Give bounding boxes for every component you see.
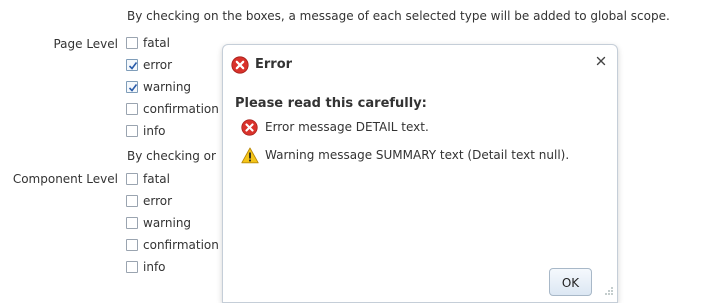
component-fatal-label: fatal (143, 172, 170, 186)
component-warning-checkbox[interactable] (126, 217, 138, 229)
dialog-header: Error (223, 45, 617, 81)
component-level-label: Component Level (12, 172, 118, 186)
warning-message: Warning message SUMMARY text (Detail tex… (241, 147, 611, 165)
page-warning-label: warning (143, 80, 192, 94)
page-confirmation-checkbox[interactable] (126, 103, 138, 115)
page-info-label: info (143, 124, 166, 138)
intro-text: By checking on the boxes, a message of e… (127, 9, 670, 23)
warning-message-text: Warning message SUMMARY text (Detail tex… (265, 148, 570, 162)
component-warning-label: warning (143, 216, 192, 230)
component-info-label: info (143, 260, 166, 274)
close-icon[interactable] (594, 54, 608, 68)
page-error-label: error (143, 58, 173, 72)
checkmark-icon (128, 84, 138, 92)
error-icon (231, 56, 249, 77)
component-confirmation-checkbox[interactable] (126, 239, 138, 251)
resize-grip-icon[interactable] (604, 285, 614, 299)
component-fatal-checkbox[interactable] (126, 173, 138, 185)
ok-button[interactable]: OK (549, 268, 592, 296)
error-message: Error message DETAIL text. (241, 119, 601, 137)
page-confirmation-label: confirmation (143, 102, 219, 116)
page-warning-checkbox[interactable] (126, 81, 138, 93)
error-icon (241, 119, 258, 140)
intro-text-repeat: By checking or (127, 149, 216, 163)
error-dialog: Error Please read this carefully: Error … (222, 44, 618, 303)
page-info-checkbox[interactable] (126, 125, 138, 137)
component-error-checkbox[interactable] (126, 195, 138, 207)
component-info-checkbox[interactable] (126, 261, 138, 273)
error-message-text: Error message DETAIL text. (265, 120, 429, 134)
dialog-instruction: Please read this carefully: (235, 96, 427, 111)
page-error-checkbox[interactable] (126, 59, 138, 71)
page-fatal-label: fatal (143, 36, 170, 50)
dialog-title: Error (255, 57, 293, 72)
checkmark-icon (128, 62, 138, 70)
component-error-label: error (143, 194, 173, 208)
component-confirmation-label: confirmation (143, 238, 219, 252)
warning-icon (241, 147, 259, 168)
page-level-label: Page Level (53, 37, 118, 51)
page-fatal-checkbox[interactable] (126, 37, 138, 49)
